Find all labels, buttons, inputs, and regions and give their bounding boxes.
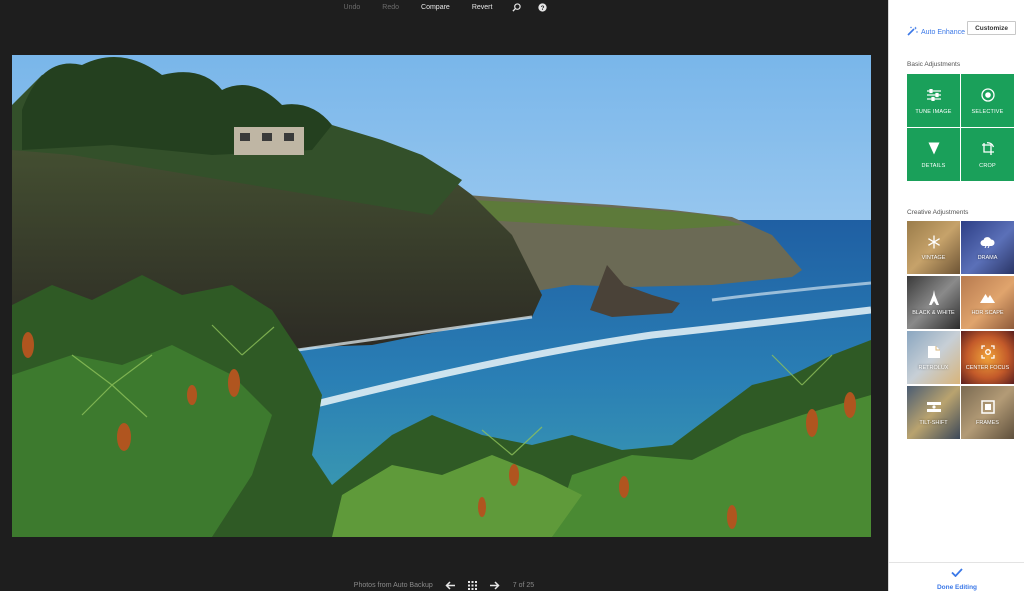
panel-header: Auto Enhance Customize bbox=[889, 20, 1024, 36]
crop-rotate-icon bbox=[980, 141, 996, 157]
drama-tile[interactable]: DRAMA bbox=[961, 221, 1014, 274]
tune-image-label: TUNE IMAGE bbox=[915, 108, 952, 115]
zoom-icon[interactable] bbox=[511, 2, 521, 12]
photo-position-counter: 7 of 25 bbox=[512, 581, 535, 589]
creative-adjustments-title: Creative Adjustments bbox=[907, 209, 969, 216]
selective-tile[interactable]: SELECTIVE bbox=[961, 74, 1014, 127]
creative-adjustments-grid: VINTAGE DRAMA BLACK & WHITE HDR SCAPE RE… bbox=[907, 221, 1015, 439]
retrolux-tile[interactable]: RETROLUX bbox=[907, 331, 960, 384]
frames-tile[interactable]: FRAMES bbox=[961, 386, 1014, 439]
eiffel-tower-icon bbox=[926, 289, 942, 305]
triangle-down-icon bbox=[926, 141, 942, 157]
drama-label: DRAMA bbox=[977, 255, 998, 261]
hdr-scape-label: HDR SCAPE bbox=[971, 310, 1004, 316]
frames-label: FRAMES bbox=[976, 420, 999, 426]
bottom-navigation-bar: Photos from Auto Backup 7 of 25 bbox=[0, 578, 888, 591]
editor-canvas-area: Undo Redo Compare Revert ? Photos from A… bbox=[0, 0, 888, 591]
checkmark-icon bbox=[951, 564, 963, 582]
crop-tile[interactable]: CROP bbox=[961, 128, 1014, 181]
revert-button[interactable]: Revert bbox=[472, 4, 493, 11]
basic-adjustments-title: Basic Adjustments bbox=[907, 61, 961, 68]
top-toolbar: Undo Redo Compare Revert ? bbox=[0, 0, 888, 14]
retrolux-icon bbox=[926, 344, 942, 360]
retrolux-label: RETROLUX bbox=[918, 365, 949, 371]
center-focus-label: CENTER FOCUS bbox=[965, 365, 1010, 371]
details-tile[interactable]: DETAILS bbox=[907, 128, 960, 181]
details-label: DETAILS bbox=[921, 162, 946, 169]
snowflake-icon bbox=[926, 234, 942, 250]
black-white-tile[interactable]: BLACK & WHITE bbox=[907, 276, 960, 329]
auto-enhance-button[interactable]: Auto Enhance bbox=[907, 23, 965, 41]
arrow-left-icon[interactable] bbox=[445, 579, 457, 591]
focus-frame-icon bbox=[980, 344, 996, 360]
auto-enhance-label: Auto Enhance bbox=[921, 28, 965, 36]
tune-image-tile[interactable]: TUNE IMAGE bbox=[907, 74, 960, 127]
crop-label: CROP bbox=[979, 162, 996, 169]
black-white-label: BLACK & WHITE bbox=[912, 310, 955, 316]
cloud-icon bbox=[980, 234, 996, 250]
album-name: Photos from Auto Backup bbox=[353, 581, 433, 589]
svg-text:?: ? bbox=[541, 4, 545, 11]
mountain-icon bbox=[980, 289, 996, 305]
magic-wand-icon bbox=[907, 23, 918, 41]
vintage-tile[interactable]: VINTAGE bbox=[907, 221, 960, 274]
grid-icon[interactable] bbox=[467, 579, 479, 591]
done-editing-label: Done Editing bbox=[936, 583, 978, 591]
frame-icon bbox=[980, 399, 996, 415]
basic-adjustments-grid: TUNE IMAGE SELECTIVE DETAILS CROP bbox=[907, 74, 1015, 181]
photo-preview[interactable] bbox=[12, 55, 871, 537]
sliders-icon bbox=[926, 87, 942, 103]
hdr-scape-tile[interactable]: HDR SCAPE bbox=[961, 276, 1014, 329]
tilt-shift-icon bbox=[926, 399, 942, 415]
undo-button[interactable]: Undo bbox=[344, 4, 361, 11]
compare-button[interactable]: Compare bbox=[421, 4, 450, 11]
tilt-shift-label: TILT-SHIFT bbox=[919, 420, 948, 426]
tilt-shift-tile[interactable]: TILT-SHIFT bbox=[907, 386, 960, 439]
target-icon bbox=[980, 87, 996, 103]
edit-panel: Auto Enhance Customize Basic Adjustments… bbox=[888, 0, 1024, 591]
center-focus-tile[interactable]: CENTER FOCUS bbox=[961, 331, 1014, 384]
selective-label: SELECTIVE bbox=[971, 108, 1004, 115]
help-icon[interactable]: ? bbox=[537, 2, 547, 12]
arrow-right-icon[interactable] bbox=[489, 579, 501, 591]
customize-button[interactable]: Customize bbox=[967, 21, 1016, 35]
vintage-label: VINTAGE bbox=[921, 255, 946, 261]
done-editing-button[interactable]: Done Editing bbox=[889, 562, 1024, 591]
redo-button[interactable]: Redo bbox=[382, 4, 399, 11]
